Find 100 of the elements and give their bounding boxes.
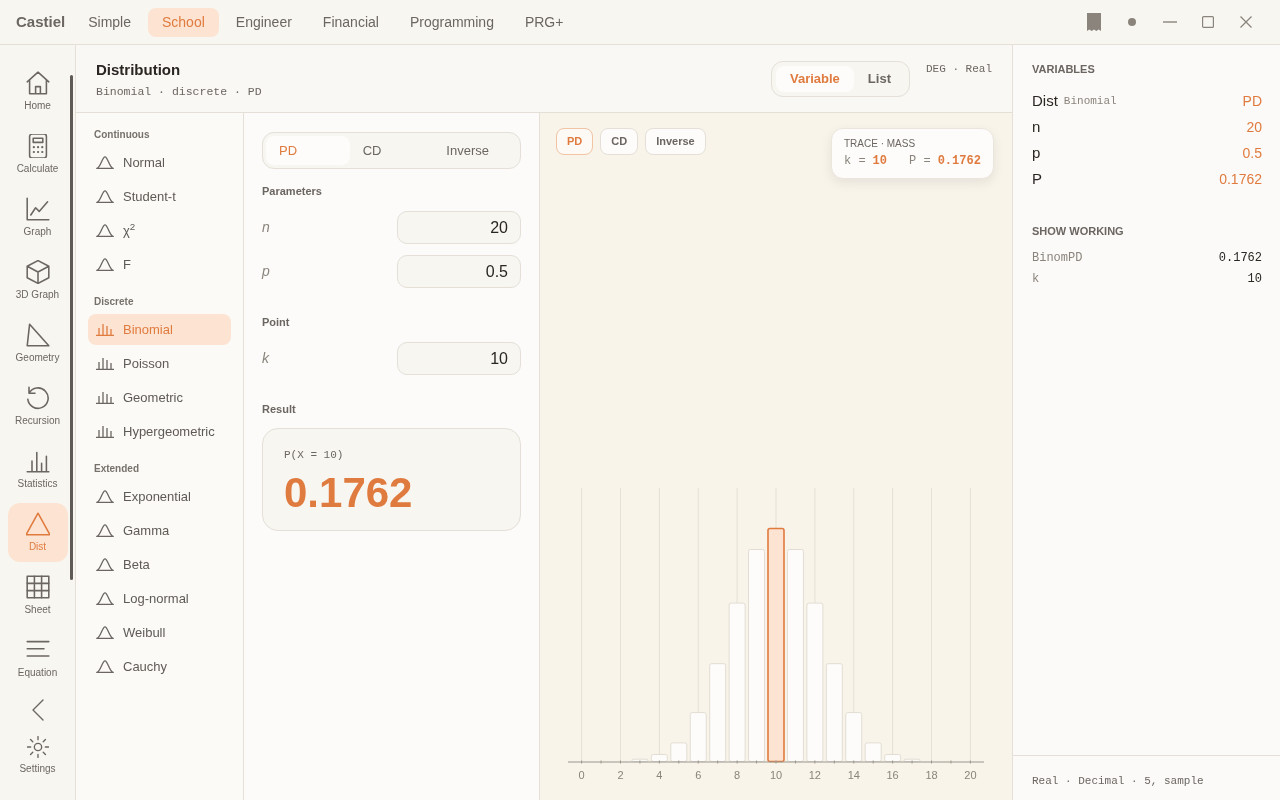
- bell-curve-icon: [96, 660, 114, 673]
- chevron-left-icon[interactable]: [31, 699, 44, 721]
- trace-label: k =: [844, 154, 866, 169]
- section-heading: Continuous: [93, 128, 151, 142]
- distribution-item[interactable]: Normal: [88, 147, 231, 178]
- parameter-label: p: [262, 262, 270, 281]
- bell-curve-icon: [96, 156, 114, 169]
- nav-item[interactable]: Recursion: [7, 377, 68, 436]
- nav-item[interactable]: Sheet: [7, 566, 68, 625]
- function-button[interactable]: CD: [600, 128, 639, 155]
- nav-item[interactable]: Settings: [7, 730, 68, 780]
- section-heading: VARIABLES: [1032, 63, 1096, 75]
- distribution-item[interactable]: Exponential: [88, 481, 231, 512]
- distribution-item[interactable]: F: [88, 249, 231, 280]
- parameter-label: n: [262, 218, 270, 237]
- bell-curve-icon: [96, 224, 114, 237]
- section-heading: Extended: [93, 462, 140, 476]
- nav-item[interactable]: Statistics: [7, 440, 68, 499]
- nav-item[interactable]: Home: [7, 62, 68, 121]
- distribution-item[interactable]: Hypergeometric: [88, 416, 231, 447]
- variable-detail: Binomial: [1063, 93, 1117, 109]
- bell-curve-icon: [96, 558, 114, 571]
- axis-tick-label: 10: [769, 769, 783, 781]
- close-icon[interactable]: [1240, 16, 1252, 28]
- distribution-item[interactable]: Beta: [88, 549, 231, 580]
- nav-item[interactable]: Graph: [7, 188, 68, 247]
- axis-tick-label: 12: [808, 769, 821, 781]
- parameter-field[interactable]: 10: [397, 342, 521, 375]
- variable-value: PD: [1242, 91, 1262, 111]
- function-tab[interactable]: CD: [349, 136, 434, 165]
- mode-tab[interactable]: Financial: [308, 7, 393, 37]
- grid-icon: [25, 575, 50, 599]
- variable-value: 20: [1246, 117, 1262, 137]
- variable-value: 0.5: [1242, 143, 1262, 163]
- axis-tick-label: 8: [734, 769, 741, 781]
- maximize-icon[interactable]: [1202, 16, 1214, 28]
- page-title: Distribution: [96, 61, 182, 79]
- axis-tick-label: 6: [695, 769, 702, 781]
- app-title: Castiel: [16, 11, 66, 32]
- result-expression: P(X = 10): [284, 448, 344, 462]
- bar-chart-icon: [25, 449, 50, 473]
- bar-chart-icon: [96, 425, 114, 438]
- nav-item[interactable]: 3D Graph: [7, 251, 68, 310]
- bell-curve-icon: [96, 190, 114, 203]
- axis-tick-label: 0: [578, 769, 585, 781]
- cube-icon: [25, 260, 50, 284]
- axis-tick-label: 16: [886, 769, 899, 781]
- triangle-icon: [25, 512, 50, 536]
- bell-curve-icon: [96, 490, 114, 503]
- view-tab[interactable]: List: [853, 66, 905, 92]
- page-subtitle: Binomial · discrete · PD: [96, 85, 262, 99]
- distribution-item[interactable]: Weibull: [88, 617, 231, 648]
- function-button[interactable]: Inverse: [645, 128, 706, 155]
- bar-chart-icon: [96, 323, 114, 336]
- result-value: 0.1762: [284, 470, 413, 516]
- parameter-field[interactable]: 0.5: [397, 255, 521, 288]
- bell-curve-icon: [96, 524, 114, 537]
- trace-label: P =: [909, 154, 931, 169]
- variable-name: n: [1032, 116, 1041, 137]
- receipt-icon[interactable]: [1087, 13, 1101, 31]
- axis-tick-label: 4: [656, 769, 663, 781]
- parameter-field[interactable]: 20: [397, 211, 521, 244]
- line-chart-icon: [25, 197, 50, 221]
- working-value: 10: [1247, 270, 1262, 288]
- working-name: BinomPD: [1032, 249, 1083, 267]
- variable-name: P: [1032, 168, 1042, 189]
- distribution-item[interactable]: Log-normal: [88, 583, 231, 614]
- section-heading: Parameters: [262, 185, 323, 197]
- bell-curve-icon: [96, 626, 114, 639]
- trace-value: 0.1762: [937, 154, 981, 169]
- nav-item[interactable]: Geometry: [7, 314, 68, 373]
- mode-tab[interactable]: Engineer: [221, 7, 306, 37]
- distribution-item[interactable]: Poisson: [88, 348, 231, 379]
- distribution-item[interactable]: Geometric: [88, 382, 231, 413]
- section-heading: Discrete: [93, 295, 135, 309]
- working-name: k: [1032, 270, 1040, 288]
- mode-indicator: DEG · Real: [926, 62, 992, 76]
- distribution-item[interactable]: χ$^{2}$: [88, 215, 231, 246]
- trace-title: TRACE · MASS: [844, 137, 916, 150]
- axis-tick-label: 14: [847, 769, 860, 781]
- mode-tab[interactable]: PRG+: [510, 7, 578, 37]
- nav-item[interactable]: Calculate: [7, 125, 68, 184]
- scrollbar-thumb[interactable]: [70, 75, 73, 580]
- distribution-item[interactable]: Gamma: [88, 515, 231, 546]
- distribution-item[interactable]: Cauchy: [88, 651, 231, 682]
- bell-curve-icon: [96, 258, 114, 271]
- bar-chart-icon: [96, 357, 114, 370]
- nav-item[interactable]: Equation: [7, 629, 68, 688]
- bell-curve-icon: [96, 592, 114, 605]
- view-tab[interactable]: Variable: [776, 66, 854, 92]
- settings-icon: [26, 735, 49, 758]
- section-heading: Result: [262, 403, 297, 415]
- mode-tab[interactable]: Simple: [74, 7, 145, 37]
- dot-icon[interactable]: [1128, 18, 1136, 26]
- function-tab[interactable]: Inverse: [433, 136, 517, 165]
- function-tab[interactable]: PD: [266, 136, 350, 165]
- home-icon: [25, 71, 50, 95]
- mode-tab[interactable]: Programming: [395, 7, 508, 37]
- distribution-item[interactable]: Student-t: [88, 181, 231, 212]
- circular-arrow-icon: [25, 386, 50, 410]
